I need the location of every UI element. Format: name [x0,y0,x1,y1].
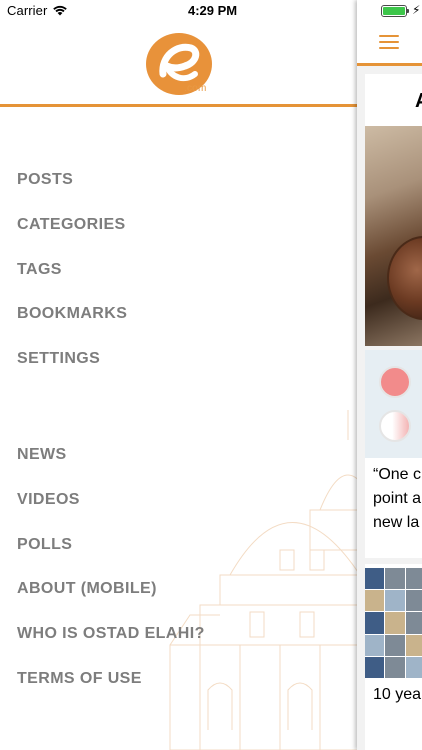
menu-item-who-is-ostad-elahi[interactable]: WHO IS OSTAD ELAHI? [17,625,205,670]
menu-item-terms-of-use[interactable]: TERMS OF USE [17,670,205,715]
menu-item-tags[interactable]: TAGS [17,261,127,306]
menu-item-posts[interactable]: POSTS [17,171,127,216]
post-card-image [365,126,422,346]
menu-drawer: Carrier 4:29 PM .com POSTS CATEGORIES TA… [0,0,357,750]
menu-item-videos[interactable]: VIDEOS [17,491,205,536]
red-circle-icon [379,366,411,398]
post-card-title: 10 yea [373,686,422,703]
post-card[interactable]: A [365,74,422,346]
content-panel[interactable]: ⚡︎ A “One c point a new la 10 yea [357,0,422,750]
post-card[interactable]: “One c point a new la [365,350,422,558]
status-bar: Carrier 4:29 PM [0,0,357,22]
excerpt-line: new la [373,514,420,531]
pink-circle-icon [379,410,411,442]
excerpt-line: point a [373,490,422,507]
secondary-menu: NEWS VIDEOS POLLS ABOUT (MOBILE) WHO IS … [17,446,205,715]
battery-tip [407,9,409,13]
menu-item-polls[interactable]: POLLS [17,536,205,581]
header-divider [0,104,357,107]
wifi-icon [52,4,68,19]
post-card-title: A [415,90,422,113]
post-card[interactable]: 10 yea [365,564,422,750]
primary-menu: POSTS CATEGORIES TAGS BOOKMARKS SETTINGS [17,171,127,395]
menu-item-categories[interactable]: CATEGORIES [17,216,127,261]
status-time: 4:29 PM [188,3,238,18]
logo-suffix: .com [184,83,207,94]
excerpt-line: “One c [373,466,422,483]
post-card-image [365,350,422,458]
carrier-label: Carrier [7,3,48,18]
menu-item-bookmarks[interactable]: BOOKMARKS [17,305,127,350]
menu-item-about-mobile[interactable]: ABOUT (MOBILE) [17,580,205,625]
panel-header-divider [357,63,422,66]
post-card-excerpt: “One c point a new la [373,463,422,535]
battery-icon [381,5,407,17]
hamburger-menu-icon[interactable] [379,35,399,49]
post-card-image-grid [365,568,422,678]
menu-item-news[interactable]: NEWS [17,446,205,491]
menu-item-settings[interactable]: SETTINGS [17,350,127,395]
charging-bolt-icon: ⚡︎ [412,3,421,17]
